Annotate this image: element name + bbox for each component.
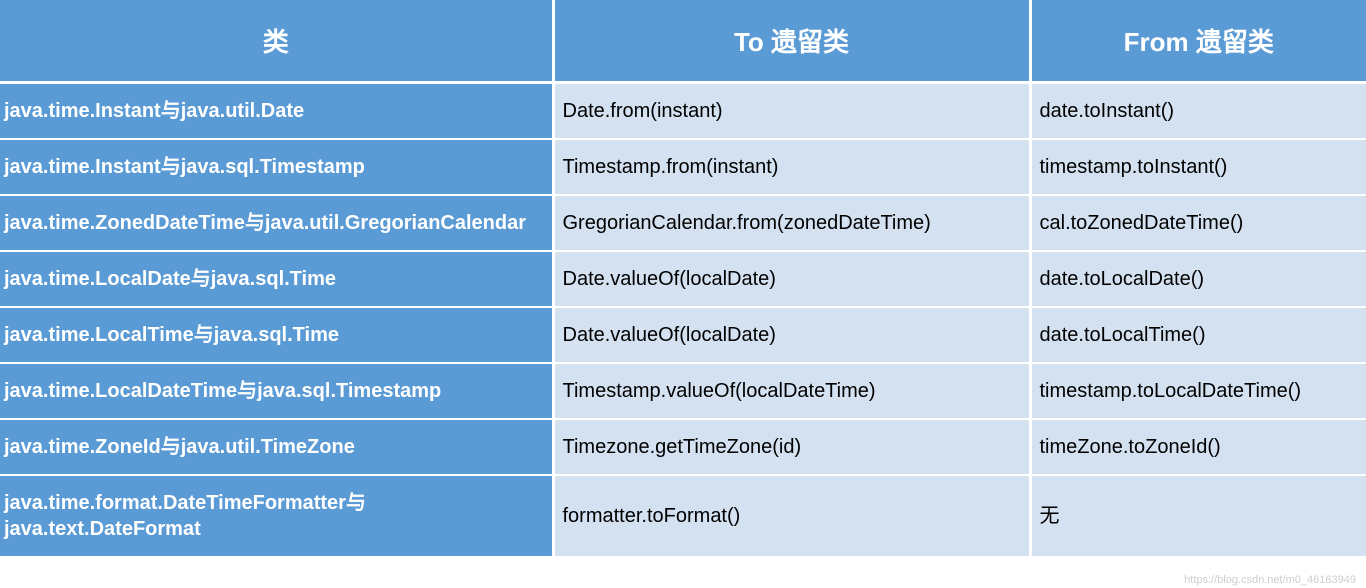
header-from-legacy: From 遗留类 bbox=[1030, 0, 1366, 83]
cell-class: java.time.LocalDate与java.sql.Time bbox=[0, 251, 553, 307]
cell-to: Timestamp.valueOf(localDateTime) bbox=[553, 363, 1030, 419]
table-row: java.time.format.DateTimeFormatter与java.… bbox=[0, 475, 1366, 557]
cell-class: java.time.format.DateTimeFormatter与java.… bbox=[0, 475, 553, 557]
java-time-legacy-mapping-table: 类 To 遗留类 From 遗留类 java.time.Instant与java… bbox=[0, 0, 1366, 558]
header-to-legacy: To 遗留类 bbox=[553, 0, 1030, 83]
cell-class: java.time.ZoneId与java.util.TimeZone bbox=[0, 419, 553, 475]
cell-from: date.toLocalTime() bbox=[1030, 307, 1366, 363]
table-header-row: 类 To 遗留类 From 遗留类 bbox=[0, 0, 1366, 83]
cell-class: java.time.Instant与java.sql.Timestamp bbox=[0, 139, 553, 195]
cell-from: timeZone.toZoneId() bbox=[1030, 419, 1366, 475]
cell-from: cal.toZonedDateTime() bbox=[1030, 195, 1366, 251]
table-row: java.time.LocalDate与java.sql.Time Date.v… bbox=[0, 251, 1366, 307]
watermark: https://blog.csdn.net/m0_46163949 bbox=[1184, 574, 1356, 586]
cell-to: Date.valueOf(localDate) bbox=[553, 251, 1030, 307]
table-row: java.time.ZoneId与java.util.TimeZone Time… bbox=[0, 419, 1366, 475]
cell-class: java.time.LocalDateTime与java.sql.Timesta… bbox=[0, 363, 553, 419]
cell-from: date.toInstant() bbox=[1030, 83, 1366, 140]
cell-class: java.time.Instant与java.util.Date bbox=[0, 83, 553, 140]
table-row: java.time.Instant与java.util.Date Date.fr… bbox=[0, 83, 1366, 140]
cell-to: Date.valueOf(localDate) bbox=[553, 307, 1030, 363]
table-row: java.time.LocalTime与java.sql.Time Date.v… bbox=[0, 307, 1366, 363]
cell-to: Timezone.getTimeZone(id) bbox=[553, 419, 1030, 475]
cell-from: 无 bbox=[1030, 475, 1366, 557]
cell-from: timestamp.toInstant() bbox=[1030, 139, 1366, 195]
cell-class: java.time.LocalTime与java.sql.Time bbox=[0, 307, 553, 363]
cell-class: java.time.ZonedDateTime与java.util.Gregor… bbox=[0, 195, 553, 251]
cell-to: Date.from(instant) bbox=[553, 83, 1030, 140]
header-class: 类 bbox=[0, 0, 553, 83]
cell-to: formatter.toFormat() bbox=[553, 475, 1030, 557]
table-row: java.time.Instant与java.sql.Timestamp Tim… bbox=[0, 139, 1366, 195]
cell-to: Timestamp.from(instant) bbox=[553, 139, 1030, 195]
table-row: java.time.ZonedDateTime与java.util.Gregor… bbox=[0, 195, 1366, 251]
cell-to: GregorianCalendar.from(zonedDateTime) bbox=[553, 195, 1030, 251]
cell-from: date.toLocalDate() bbox=[1030, 251, 1366, 307]
table-body: java.time.Instant与java.util.Date Date.fr… bbox=[0, 83, 1366, 558]
cell-from: timestamp.toLocalDateTime() bbox=[1030, 363, 1366, 419]
table-row: java.time.LocalDateTime与java.sql.Timesta… bbox=[0, 363, 1366, 419]
